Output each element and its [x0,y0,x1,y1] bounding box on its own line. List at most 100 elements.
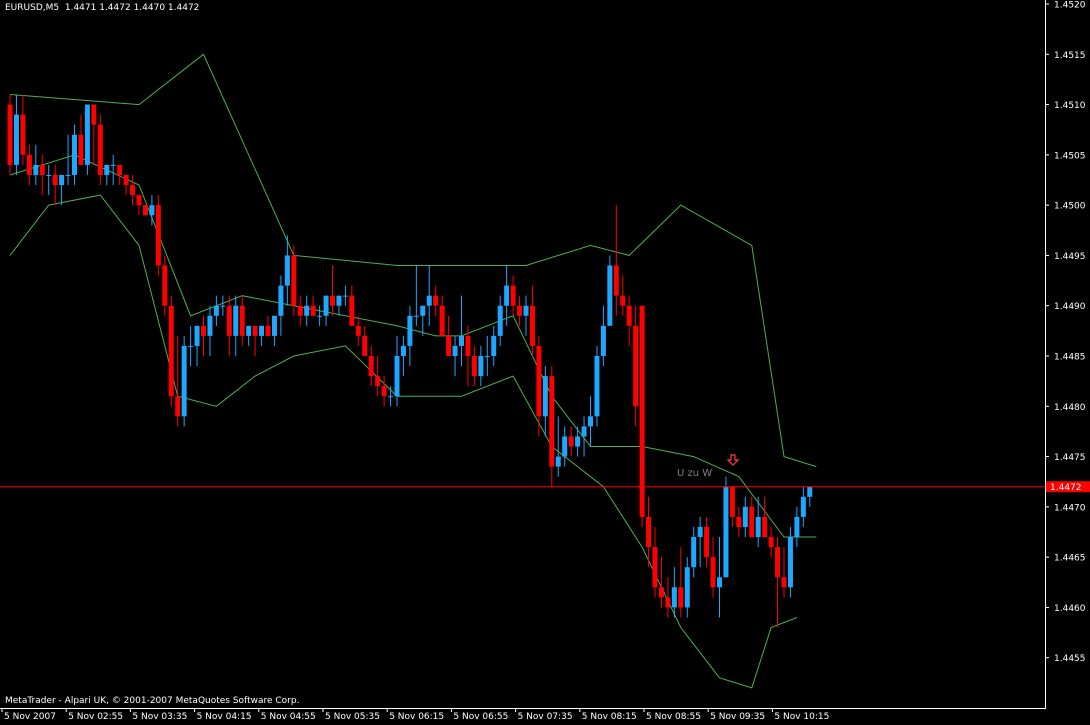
y-tick-label: 1.4485 [1054,353,1086,363]
candle-body [259,325,265,336]
x-tick-label: 5 Nov 03:35 [132,712,187,722]
candle-body [665,597,671,608]
candle-body [581,426,587,437]
candle-body [181,345,187,417]
candle-body [517,305,523,316]
price-chart[interactable]: 1.4455 1.4460 1.4465 1.4470 1.4475 1.4480 1.44… [0,0,1090,725]
candle-body [633,325,639,407]
x-tick-label: 5 Nov 06:55 [453,712,508,722]
chart-header: EURUSD,M5 1.4471 1.4472 1.4470 1.4472 [5,3,199,13]
candle-body [65,174,71,176]
candle-body [20,114,26,155]
candle-body [388,396,394,398]
symbol-timeframe: EURUSD,M5 [5,3,60,13]
candle-body [723,486,729,578]
x-tick-label: 5 Nov 02:55 [68,712,123,722]
candle-body [549,376,555,467]
candle-body [304,305,310,316]
candle-body [504,285,510,306]
candle-body [297,305,303,316]
candle-body [794,516,800,538]
candle-body [271,315,277,336]
candle-body [439,305,445,336]
candle-body [52,174,58,186]
x-tick-label: 5 Nov 04:15 [197,712,252,722]
candle-body [446,335,452,356]
y-tick-label: 1.4500 [1054,202,1086,212]
y-tick-label: 1.4510 [1054,101,1086,111]
candle-body [529,305,535,346]
candle-body [775,547,781,578]
candle-body [317,315,323,317]
candle-body [807,486,813,497]
candle-body [278,285,284,316]
candle-body [400,345,406,356]
candle-body [362,335,368,356]
candle-body [46,174,52,176]
candle-body [800,496,806,517]
y-tick-label: 1.4480 [1054,403,1086,413]
candle-body [710,557,716,588]
candle-body [562,436,568,457]
annotation-label: U zu W [677,468,713,479]
candle-body [471,356,477,377]
candle-body [142,205,148,216]
y-tick-label: 1.4515 [1054,51,1086,61]
current-price-label-text: 1.4472 [1050,483,1082,493]
candle-body [39,164,45,175]
candle-body [426,295,432,306]
candle-body [33,164,39,175]
candle-body [588,416,593,427]
candle-body [207,315,213,336]
candle-body [697,526,703,538]
candle-body [684,567,690,608]
candle-body [375,376,381,387]
candle-body [252,325,258,336]
candle-body [478,356,484,377]
candle-body [342,295,348,297]
candle-body [671,587,677,608]
y-tick-label: 1.4465 [1054,554,1086,564]
x-tick-label: 5 Nov 10:15 [774,712,829,722]
candle-body [26,154,32,175]
candle-body [433,295,439,306]
x-tick-label: 5 Nov 05:35 [325,712,380,722]
x-tick-label: 5 Nov 04:55 [261,712,316,722]
candle-body [594,356,600,417]
candle-body [136,195,142,206]
candle-body [323,295,329,316]
candle-body [104,164,110,175]
x-tick-label: 5 Nov 2007 [4,712,56,722]
y-tick-label: 1.4495 [1054,252,1086,262]
candle-body [162,265,168,306]
candle-body [188,345,194,347]
candle-body [607,265,613,326]
y-tick-label: 1.4475 [1054,453,1086,463]
candle-body [175,396,181,417]
y-tick-label: 1.4490 [1054,302,1086,312]
candle-body [97,124,103,175]
candle-body [755,516,761,538]
candle-body [620,295,626,306]
candle-body [465,335,471,356]
x-tick-label: 5 Nov 08:55 [646,712,701,722]
candle-body [420,305,426,316]
y-tick-label: 1.4520 [1054,1,1086,11]
candle-body [704,526,710,558]
y-tick-label: 1.4460 [1054,604,1086,614]
candle-body [407,315,413,346]
x-tick-label: 5 Nov 07:35 [518,712,573,722]
candle-body [729,486,735,517]
candle-body [330,295,335,306]
candle-body [646,516,652,548]
candle-body [149,205,155,216]
candle-body [246,325,252,336]
candle-body [459,335,464,346]
y-tick-label: 1.4505 [1054,151,1086,161]
candle-body [336,295,342,306]
candle-body [220,305,226,307]
candle-body [781,577,787,588]
candle-body [484,356,490,357]
candle-body [168,305,174,397]
x-tick-label: 5 Nov 08:15 [582,712,637,722]
